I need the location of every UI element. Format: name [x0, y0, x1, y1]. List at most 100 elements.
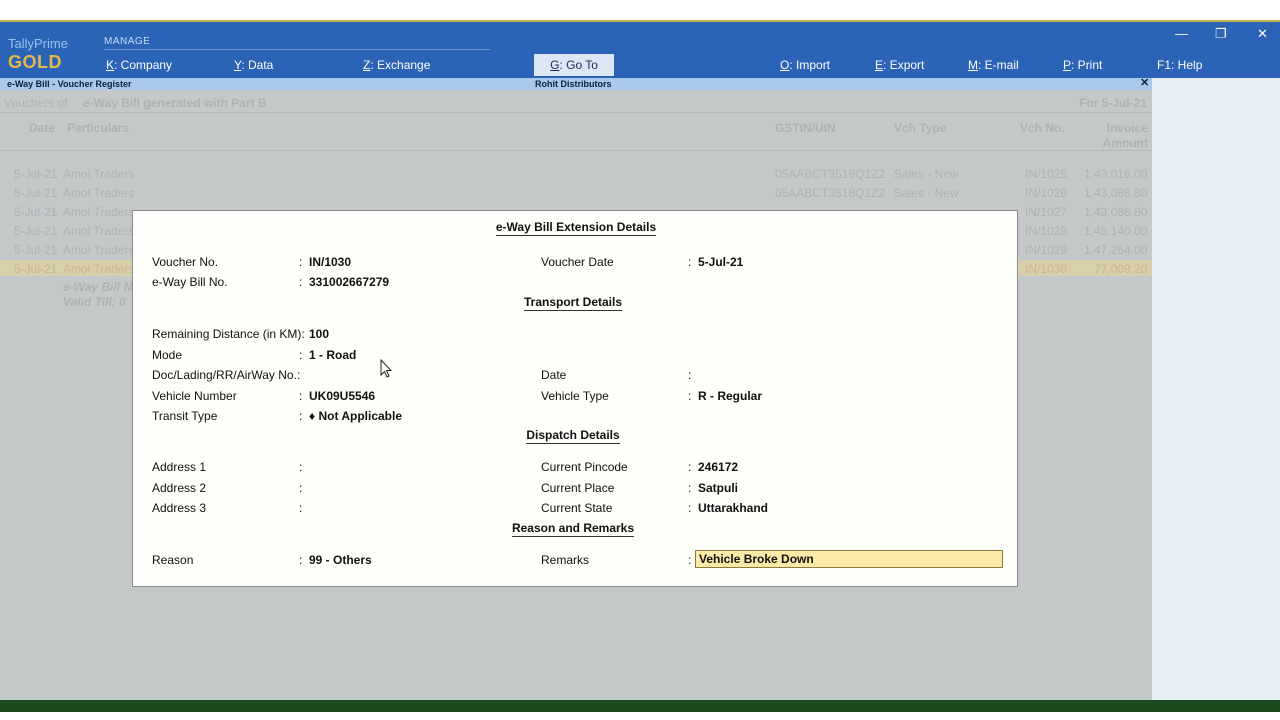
row-amount: 1,47,264.00	[1084, 243, 1148, 257]
row-party: Amol Traders	[63, 224, 135, 238]
app-header: TallyPrime GOLD MANAGE K: Company Y: Dat…	[0, 20, 1280, 78]
row-party: Amol Traders	[63, 205, 135, 219]
company-name: Rohit Distributors	[535, 79, 612, 89]
place-value[interactable]: Satpuli	[698, 481, 738, 495]
colon: :	[688, 460, 692, 474]
menu-import[interactable]: O: Import	[780, 58, 830, 72]
row-date: 5-Jul-21	[14, 243, 58, 257]
row-date: 5-Jul-21	[14, 167, 58, 181]
menu-data[interactable]: Y: Data	[234, 58, 273, 72]
mode-value[interactable]: 1 - Road	[309, 348, 356, 362]
row-no: IN/1030	[1025, 262, 1068, 276]
report-title-bar: e-Way Bill - Voucher Register Rohit Dist…	[0, 77, 1152, 90]
minimize-icon[interactable]: —	[1175, 26, 1188, 41]
colon: :	[688, 368, 692, 382]
colon: :	[299, 501, 303, 515]
dispatch-details-text: Dispatch Details	[526, 428, 620, 444]
vehicle-type-value[interactable]: R - Regular	[698, 389, 762, 403]
colon: :	[299, 275, 303, 289]
restore-icon[interactable]: ❐	[1215, 26, 1227, 42]
register-divider-top	[0, 112, 1152, 113]
register-divider-header	[0, 150, 1152, 151]
menu-company[interactable]: K: Company	[106, 58, 172, 72]
pincode-value[interactable]: 246172	[698, 460, 738, 474]
menu-exchange[interactable]: Z: Exchange	[363, 58, 430, 72]
row-party: Amol Traders	[63, 243, 135, 257]
reason-label: Reason	[152, 553, 194, 567]
date-label: Date	[541, 368, 567, 382]
brand-name: TallyPrime	[8, 36, 68, 51]
reason-value[interactable]: 99 - Others	[309, 553, 372, 567]
col-date: Date	[29, 121, 56, 135]
pincode-label: Current Pincode	[541, 460, 628, 474]
vehicle-type-label: Vehicle Type	[541, 389, 609, 403]
row-no: IN/1027	[1025, 205, 1068, 219]
remarks-label: Remarks	[541, 553, 590, 567]
doc-lading-label: Doc/Lading/RR/AirWay No.:	[152, 368, 301, 382]
report-close-icon[interactable]: ✕	[1140, 77, 1149, 90]
status-bar	[0, 700, 1280, 712]
colon: :	[299, 409, 303, 423]
mouse-pointer-icon	[380, 359, 393, 378]
menu-help[interactable]: F1: Help	[1157, 58, 1202, 72]
transport-details-title: Transport Details	[133, 295, 1013, 311]
goto-button[interactable]: G: Go To	[534, 54, 614, 76]
row-no: IN/1025	[1025, 167, 1068, 181]
remarks-input[interactable]: Vehicle Broke Down	[695, 550, 1003, 568]
row-gstin: 05AABCT3518Q1Z2	[775, 167, 886, 181]
voucher-date-value: 5-Jul-21	[698, 255, 744, 269]
menu-import-label: : Import	[789, 58, 831, 72]
report-title: e-Way Bill - Voucher Register	[7, 79, 132, 89]
menu-print-label: : Print	[1071, 58, 1103, 72]
colon: :	[299, 255, 303, 269]
menu-email-key: M	[968, 58, 978, 72]
transit-type-value[interactable]: ♦ Not Applicable	[309, 409, 402, 423]
vouchers-of-value: e-Way Bill generated with Part B	[83, 96, 267, 110]
colon: :	[299, 481, 303, 495]
mode-label: Mode	[152, 348, 183, 362]
menu-email-label: : E-mail	[978, 58, 1019, 72]
menu-print[interactable]: P: Print	[1063, 58, 1102, 72]
remaining-distance-label: Remaining Distance (in KM):	[152, 327, 305, 341]
colon: :	[299, 553, 303, 567]
reason-remarks-text: Reason and Remarks	[511, 521, 635, 537]
ewb-no-value: 331002667279	[309, 275, 390, 289]
address-2-label: Address 2	[152, 481, 207, 495]
transit-type-label: Transit Type	[152, 409, 218, 423]
dialog-title-text: e-Way Bill Extension Details	[495, 220, 657, 236]
report-period: For 5-Jul-21	[1079, 96, 1148, 110]
row-party: Amol Traders	[63, 186, 135, 200]
vehicle-number-label: Vehicle Number	[152, 389, 237, 403]
goto-label: : Go To	[559, 58, 598, 72]
brand-edition: GOLD	[8, 52, 62, 72]
row-amount: 1,43,086.80	[1084, 186, 1148, 200]
colon: :	[688, 501, 692, 515]
col-invoice-amount: Invoice Amount	[1102, 121, 1148, 150]
row-no: IN/1028	[1025, 224, 1068, 238]
row-type: Sales - New	[894, 186, 959, 200]
reason-remarks-title: Reason and Remarks	[133, 521, 1013, 537]
dialog-title: e-Way Bill Extension Details	[133, 220, 1019, 236]
bottom-strip	[0, 712, 1280, 720]
menu-import-key: O	[780, 58, 790, 72]
voucher-no-label: Voucher No.	[152, 255, 219, 269]
menu-export-key: E	[875, 58, 884, 72]
row-party: Amol Traders	[63, 262, 135, 276]
menu-help-label: : Help	[1171, 58, 1203, 72]
address-1-label: Address 1	[152, 460, 207, 474]
menu-export-label: : Export	[883, 58, 925, 72]
valid-till-sub-line: Valid Till: 0	[63, 295, 126, 309]
manage-divider	[104, 49, 490, 50]
window-close-icon[interactable]: ✕	[1257, 26, 1268, 42]
dispatch-details-title: Dispatch Details	[133, 428, 1013, 444]
menu-help-key: F1	[1157, 58, 1172, 72]
colon: :	[688, 255, 692, 269]
menu-data-label: : Data	[241, 58, 274, 72]
menu-email[interactable]: M: E-mail	[968, 58, 1019, 72]
vehicle-number-value[interactable]: UK09U5546	[309, 389, 375, 403]
menu-export[interactable]: E: Export	[875, 58, 924, 72]
state-value[interactable]: Uttarakhand	[698, 501, 768, 515]
remaining-distance-value[interactable]: 100	[309, 327, 329, 341]
place-label: Current Place	[541, 481, 615, 495]
right-button-panel	[1152, 78, 1280, 700]
